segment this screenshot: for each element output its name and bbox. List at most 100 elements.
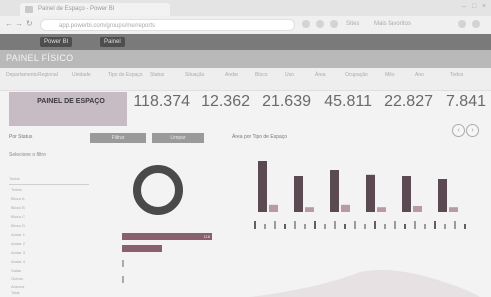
next-page-button[interactable]: › xyxy=(466,124,479,137)
filter-option[interactable]: Andar 4 xyxy=(11,259,25,264)
menu-icon[interactable] xyxy=(472,20,480,28)
column-bar-secondary[interactable] xyxy=(449,207,458,212)
kpi-value: 21.639 xyxy=(262,93,311,110)
tick-mark xyxy=(414,221,416,229)
extension-icon[interactable] xyxy=(316,20,324,28)
tick-mark xyxy=(344,224,346,229)
close-icon[interactable]: × xyxy=(482,3,486,10)
hbar[interactable] xyxy=(122,245,162,252)
tick-mark xyxy=(254,221,256,229)
kpi-title-box: PAINEL DE ESPAÇO xyxy=(9,92,127,126)
filter-option[interactable]: Anexos xyxy=(11,284,24,289)
filter-item[interactable]: Regional xyxy=(38,72,58,78)
minimize-icon[interactable]: – xyxy=(462,3,466,10)
filter-option[interactable]: Andar 3 xyxy=(11,250,25,255)
tick-mark xyxy=(424,224,426,229)
filter-item[interactable]: Departamento xyxy=(6,72,38,78)
filter-button[interactable]: Filtrar xyxy=(90,133,146,143)
tick-mark xyxy=(374,221,376,229)
favicon-icon xyxy=(25,6,33,13)
filter-item[interactable]: Área xyxy=(315,72,326,78)
share-icon[interactable] xyxy=(458,20,466,28)
filter-item[interactable]: Status xyxy=(150,72,164,78)
filter-item[interactable]: Uso xyxy=(285,72,294,78)
tick-strip xyxy=(254,221,466,229)
column-bar-secondary[interactable] xyxy=(413,206,422,212)
filter-item[interactable]: Unidade xyxy=(72,72,91,78)
filter-item[interactable]: Situação xyxy=(185,72,204,78)
kpi-value: 118.374 xyxy=(133,93,190,110)
column-bar[interactable] xyxy=(366,174,375,212)
header-chip-powerbi[interactable]: Power BI xyxy=(40,37,73,47)
bookmark-sites[interactable]: Sites xyxy=(346,21,359,27)
filter-option[interactable]: Bloco C xyxy=(11,214,25,219)
header-chip-painel[interactable]: Painel xyxy=(100,37,125,47)
filter-item[interactable]: Todos xyxy=(450,72,463,78)
kpi-card: 22.827 xyxy=(377,93,433,111)
filter-option[interactable]: Bloco B xyxy=(11,205,25,210)
reload-icon[interactable]: ↻ xyxy=(26,19,33,28)
clear-button[interactable]: Limpar xyxy=(152,133,204,143)
filter-item[interactable]: Andar xyxy=(225,72,238,78)
forward-icon[interactable]: → xyxy=(15,19,23,28)
column-bar[interactable] xyxy=(330,170,339,212)
maximize-icon[interactable]: □ xyxy=(472,3,476,10)
filter-option[interactable]: Andar 1 xyxy=(11,232,25,237)
column-bar[interactable] xyxy=(438,179,447,212)
filter-item[interactable]: Mês xyxy=(385,72,394,78)
header-top-bar: Power BI Painel xyxy=(0,34,491,50)
filter-option[interactable]: Outros xyxy=(11,276,23,281)
column-bar-secondary[interactable] xyxy=(341,204,350,212)
column-bar[interactable] xyxy=(258,161,267,212)
tick-mark xyxy=(444,224,446,229)
column-bar-secondary[interactable] xyxy=(269,204,278,212)
kpi-card: 118.374 xyxy=(130,93,190,111)
donut-chart xyxy=(133,165,183,215)
tick-mark xyxy=(274,221,276,229)
column-bar-secondary[interactable] xyxy=(305,207,314,212)
tick-mark xyxy=(324,224,326,229)
app-header: Power BI Painel PAINEL FÍSICO xyxy=(0,34,491,68)
kpi-card: 7.841 xyxy=(438,93,486,111)
kpi-panel-title: PAINEL DE ESPAÇO xyxy=(37,98,105,105)
filter-option[interactable]: Salas xyxy=(11,268,21,273)
kpi-value: 45.811 xyxy=(324,93,372,110)
filter-item[interactable]: Ano xyxy=(415,72,424,78)
donut-slice[interactable] xyxy=(133,165,183,215)
url-input[interactable]: app.powerbi.com/groups/me/reports xyxy=(40,19,295,31)
tick-mark xyxy=(394,221,396,229)
back-icon[interactable]: ← xyxy=(5,19,13,28)
tick-mark xyxy=(434,221,436,229)
filter-select[interactable]: Todos xyxy=(9,176,89,185)
filter-option[interactable]: Andar 2 xyxy=(11,241,25,246)
filter-item[interactable]: Bloco xyxy=(255,72,268,78)
prev-page-button[interactable]: ‹ xyxy=(452,124,465,137)
bookmark-more[interactable]: Mais favoritos xyxy=(374,21,411,27)
section-title-area: Área por Tipo de Espaço xyxy=(232,134,288,140)
column-bar-secondary[interactable] xyxy=(377,207,386,212)
column-bar[interactable] xyxy=(294,176,303,212)
filter-option[interactable]: Todos xyxy=(11,187,22,192)
tick-mark xyxy=(304,224,306,229)
filter-item[interactable]: Ocupação xyxy=(345,72,368,78)
filter-item[interactable]: Tipo de Espaço xyxy=(108,72,143,78)
filter-panel: Selecione o filtro Todos Todos Bloco A B… xyxy=(9,150,109,295)
browser-tab[interactable]: Painel de Espaço - Power BI xyxy=(20,3,170,16)
tick-mark xyxy=(314,221,316,229)
area-chart xyxy=(250,269,480,297)
filter-option[interactable]: Bloco D xyxy=(11,223,25,228)
hbar[interactable] xyxy=(122,260,124,267)
filter-option[interactable]: Total xyxy=(11,290,19,295)
star-icon[interactable] xyxy=(302,20,310,28)
hbar[interactable]: 118 xyxy=(122,233,212,240)
column-bar[interactable] xyxy=(402,176,411,212)
tick-mark xyxy=(454,221,456,229)
tick-mark xyxy=(364,224,366,229)
filter-option[interactable]: Bloco A xyxy=(11,196,25,201)
browser-tab-strip: Painel de Espaço - Power BI – □ × xyxy=(0,0,491,17)
profile-icon[interactable] xyxy=(330,20,338,28)
tick-mark xyxy=(384,224,386,229)
hbar[interactable] xyxy=(122,276,124,283)
tick-mark xyxy=(464,224,466,229)
section-title-status: Por Status xyxy=(9,134,33,140)
